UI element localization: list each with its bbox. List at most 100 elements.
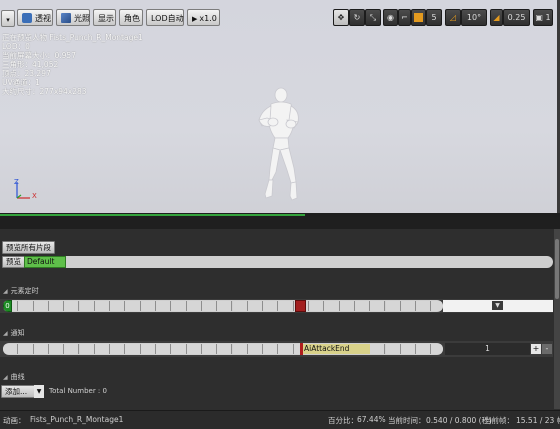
timeline-cell [400, 344, 417, 354]
timeline-cell [247, 301, 264, 311]
scale-icon: ⤡ [369, 13, 377, 22]
timeline-cell [125, 301, 141, 311]
animation-viewport[interactable]: ▾ 透视 光照 显示 角色 LOD自动 ▶ x1.0 ✥ ↻ ⤡ ◉ ⌐ 5 ◿… [0, 0, 560, 217]
timeline-cell [217, 301, 233, 311]
axis-x-label: X [32, 192, 37, 200]
preview-section-button[interactable]: 预览 [2, 256, 25, 268]
curves-title: 曲线 [10, 373, 25, 381]
surface-snapping-button[interactable]: ⌐ [398, 9, 411, 26]
lit-mode-icon [61, 13, 71, 23]
status-bar: 动画： Fists_Punch_R_Montage1 百分比： 67.44% 当… [0, 410, 560, 429]
panel-scrollbar[interactable] [554, 229, 560, 409]
timeline-cell [416, 301, 432, 311]
screen-size-info-line: 当前屏幕大小：0.957 [2, 51, 76, 60]
timeline-cell [171, 301, 187, 311]
timing-dropdown-button[interactable]: ▼ [492, 301, 503, 310]
panel-scrollbar-thumb[interactable] [555, 239, 559, 299]
timeline-cell [79, 344, 95, 354]
timeline-cell [431, 301, 443, 311]
mannequin-left-leg [268, 147, 281, 181]
notify-ai-attack-end[interactable]: AiAttackEnd [303, 344, 370, 354]
timeline-cell [94, 344, 111, 354]
notifies-header[interactable]: ◢ 通知 [3, 328, 25, 338]
timeline-cell [171, 344, 187, 354]
scale-snap-toggle[interactable]: ◢ [490, 9, 503, 26]
preview-all-sections-button[interactable]: 预览所有片段 [2, 241, 55, 254]
animation-label: 动画： [3, 416, 26, 425]
timeline-cell [3, 344, 19, 354]
timeline-cell [263, 301, 279, 311]
timeline-cell [309, 301, 325, 311]
collapse-triangle-icon: ◢ [3, 330, 8, 337]
timeline-cell [263, 344, 279, 354]
current-time-value: 0.540 / 0.800 (秒) [426, 416, 492, 425]
rotation-snap-toggle[interactable]: ◿ [445, 9, 461, 26]
timeline-cell [18, 301, 34, 311]
globe-icon: ◉ [387, 13, 394, 22]
element-timing-header[interactable]: ◢ 元素定时 [3, 286, 39, 296]
current-time-label: 当前时间： [388, 416, 426, 425]
lod-auto-button[interactable]: LOD自动 [146, 9, 184, 26]
camera-speed-button[interactable]: ▣ 1 [533, 9, 553, 26]
scale-snap-value-label: 0.25 [507, 13, 526, 22]
add-icon: + [532, 344, 540, 353]
timeline-cell [79, 301, 95, 311]
timeline-cell [48, 344, 65, 354]
rotation-snap-value[interactable]: 10° [461, 9, 487, 26]
remove-notify-track-button[interactable]: - [542, 344, 552, 354]
snap-surface-icon: ⌐ [401, 13, 408, 22]
chevron-down-icon: ▼ [36, 388, 42, 395]
viewport-toolbar: ▾ 透视 光照 显示 角色 LOD自动 ▶ x1.0 ✥ ↻ ⤡ ◉ ⌐ 5 ◿… [0, 9, 560, 28]
remove-icon: - [545, 344, 549, 353]
timeline-cell [18, 344, 34, 354]
element-timing-track[interactable]: 0 [3, 300, 443, 312]
element-timing-title: 元素定时 [10, 287, 39, 295]
timing-start-marker[interactable]: 0 [3, 300, 12, 312]
timeline-cell [201, 344, 218, 354]
mannequin-right-leg [279, 147, 297, 184]
timeline-cell [400, 301, 417, 311]
chevron-down-icon: ▼ [495, 302, 500, 309]
grid-snap-toggle[interactable] [411, 9, 426, 26]
timeline-cell [140, 344, 156, 354]
timeline-cell [354, 301, 371, 311]
section-default[interactable]: Default [24, 256, 66, 268]
chevron-down-icon: ▾ [6, 16, 10, 24]
timeline-cell [385, 301, 401, 311]
preview-all-sections-label: 预览所有片段 [6, 243, 51, 252]
notifies-track[interactable]: AiAttackEnd [3, 343, 443, 355]
lit-button[interactable]: 光照 [56, 9, 90, 26]
rotate-tool-button[interactable]: ↻ [349, 9, 365, 26]
grid-snap-value[interactable]: 5 [426, 9, 442, 26]
timeline-cell [324, 301, 340, 311]
perspective-view-icon [22, 13, 32, 23]
timeline-cell [370, 301, 386, 311]
mannequin-head [274, 87, 288, 103]
section-row: 预览 Default [2, 256, 553, 268]
viewport-options-button[interactable]: ▾ [1, 10, 15, 27]
notify-ai-attack-end-label: AiAttackEnd [304, 344, 350, 353]
timeline-cell [33, 301, 49, 311]
play-rate-button[interactable]: ▶ x1.0 [187, 9, 220, 26]
timeline-cell [186, 301, 202, 311]
add-curve-label: 添加... [5, 387, 28, 396]
timeline-cell [64, 301, 80, 311]
timing-current-marker[interactable] [295, 300, 306, 312]
add-notify-track-button[interactable]: + [531, 344, 541, 354]
perspective-button[interactable]: 透视 [17, 9, 53, 26]
scale-snap-value[interactable]: 0.25 [503, 9, 530, 26]
percent-label: 百分比： [328, 416, 358, 425]
timing-track-extra: ▼ [443, 300, 553, 312]
collapse-triangle-icon: ◢ [3, 288, 8, 295]
rotate-icon: ↻ [353, 13, 361, 22]
add-curve-dropdown[interactable]: ▼ [34, 385, 44, 398]
coordinate-system-button[interactable]: ◉ [383, 9, 398, 26]
axis-z-label: Z [14, 178, 19, 186]
show-button[interactable]: 显示 [93, 9, 116, 26]
curves-header[interactable]: ◢ 曲线 [3, 372, 25, 382]
timeline-cell [186, 344, 202, 354]
scale-tool-button[interactable]: ⤡ [365, 9, 381, 26]
translate-tool-button[interactable]: ✥ [333, 9, 349, 26]
character-button[interactable]: 角色 [119, 9, 143, 26]
collapse-triangle-icon: ◢ [3, 374, 8, 381]
